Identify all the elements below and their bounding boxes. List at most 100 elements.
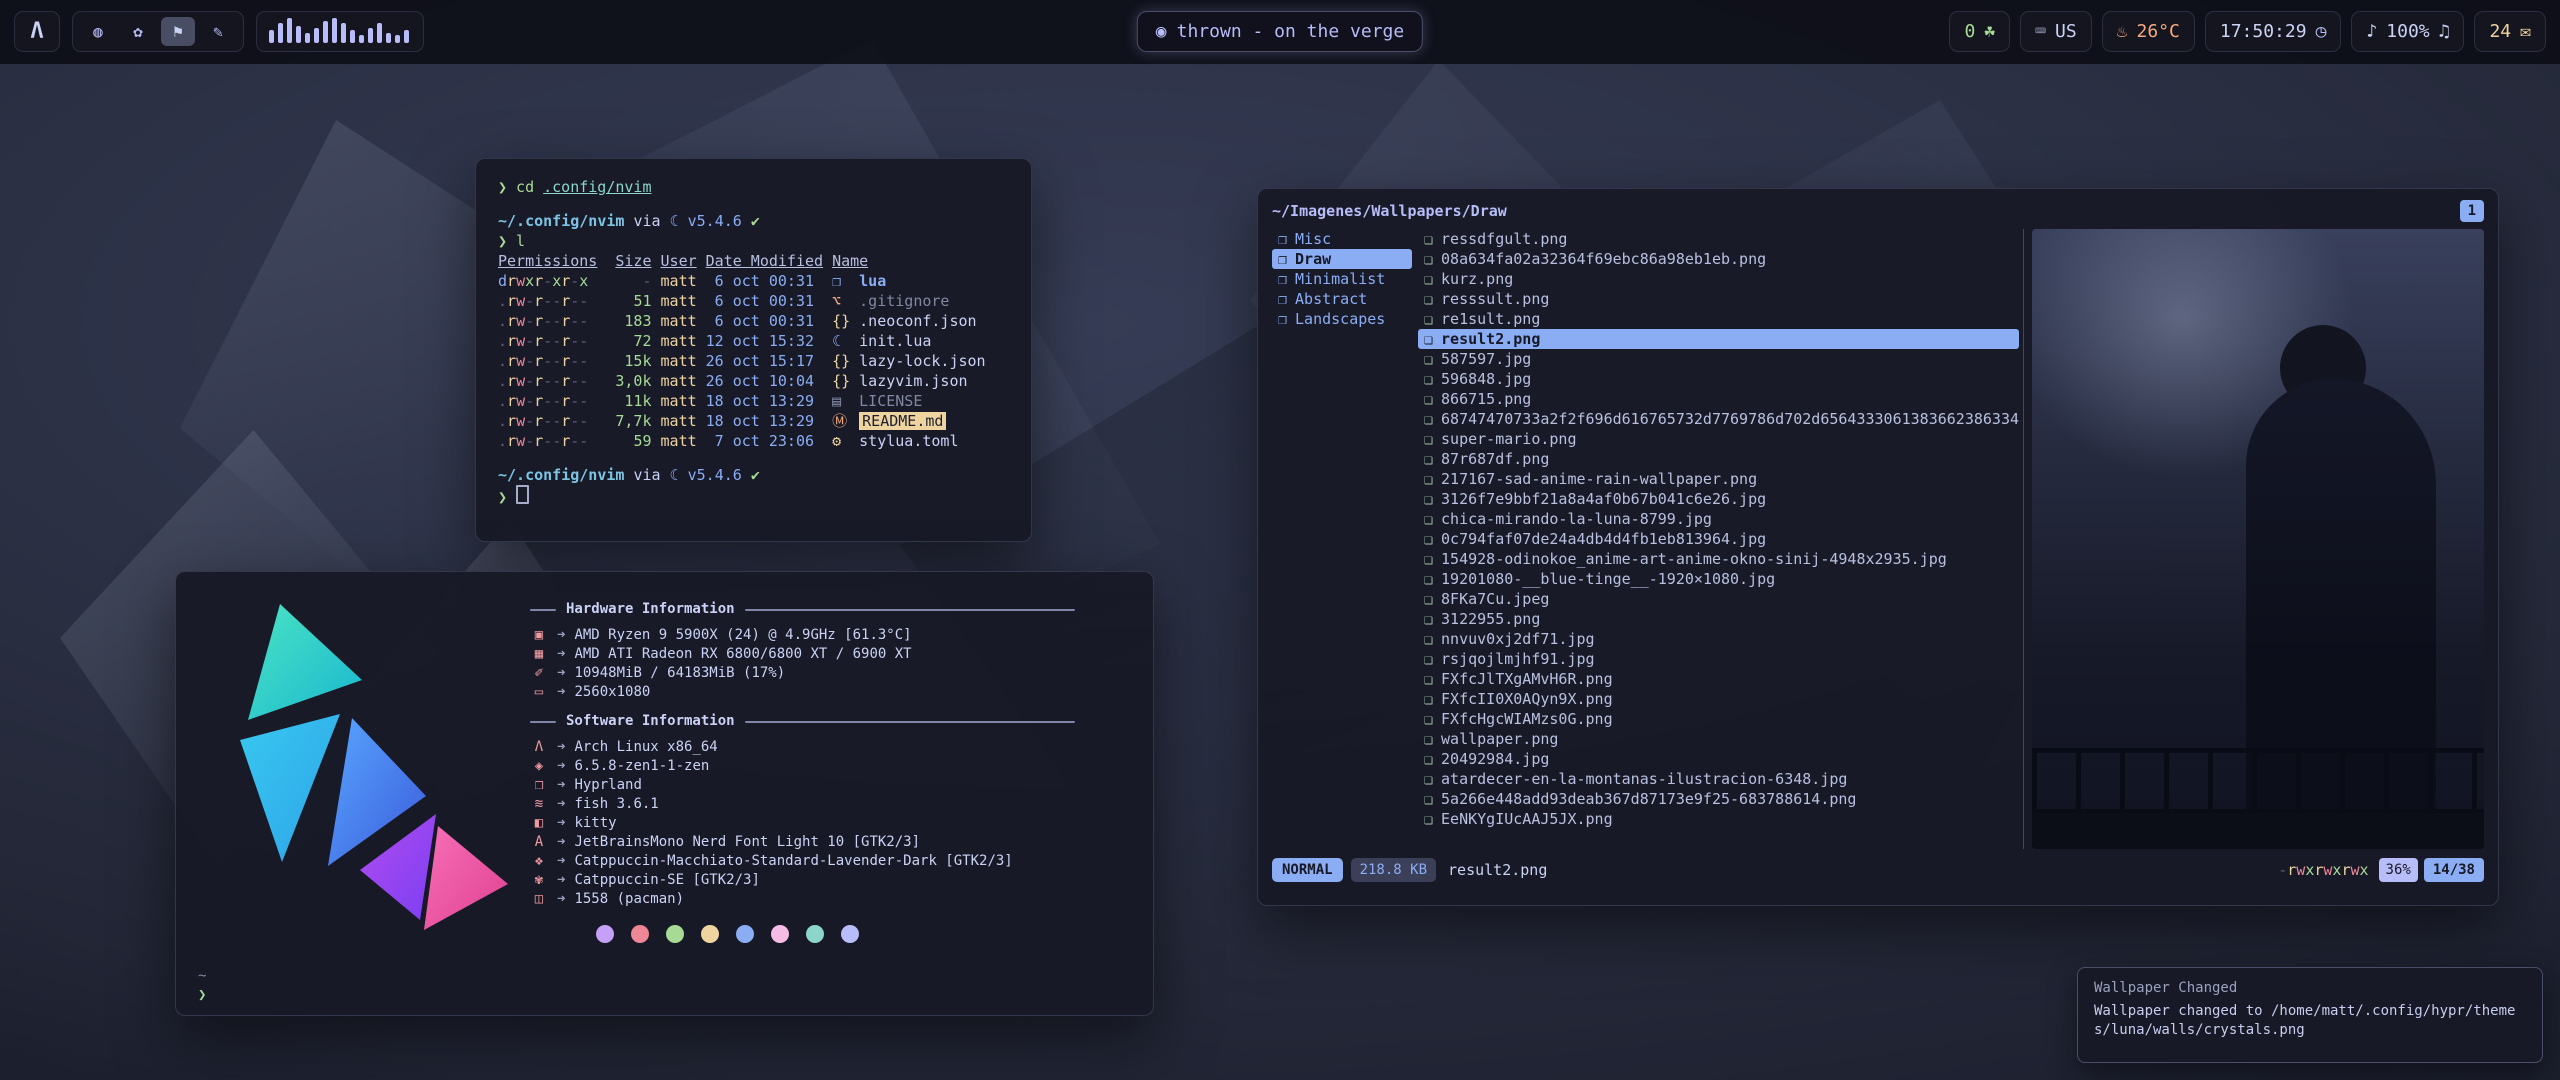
file-item[interactable]: ❏3126f7e9bbf21a8a4af0b67b041c6e26.jpg xyxy=(1418,489,2019,509)
visualizer-bar xyxy=(296,26,301,43)
file-item[interactable]: ❏atardecer-en-la-montanas-ilustracion-63… xyxy=(1418,769,2019,789)
file-item[interactable]: ❏3122955.png xyxy=(1418,609,2019,629)
file-item[interactable]: ❏nnvuv0xj2df71.jpg xyxy=(1418,629,2019,649)
workspace-button-1[interactable]: ◍ xyxy=(81,17,115,46)
file-date: 18 oct 13:29 xyxy=(706,391,823,411)
software-info-line: ❒➜Hyprland xyxy=(530,776,1123,795)
image-file-icon: ❏ xyxy=(1424,389,1433,409)
file-owner: matt xyxy=(661,391,706,411)
widget-keyboard-layout-value: US xyxy=(2055,21,2077,42)
workspace-button-2[interactable]: ✿ xyxy=(121,17,155,46)
lua-version: ☾ v5.4.6 xyxy=(670,466,742,484)
file-name: rsjqojlmjhf91.jpg xyxy=(1441,649,1595,669)
software-info-line: ◫➜1558 (pacman) xyxy=(530,890,1123,909)
sidebar-dir-abstract[interactable]: ❐Abstract xyxy=(1272,289,1412,309)
file-item[interactable]: ❏0c794faf07de24a4db4d4fb1eb813964.jpg xyxy=(1418,529,2019,549)
widget-clock[interactable]: 17:50:29◷ xyxy=(2205,11,2342,52)
file-manager-body: ❐Misc❐Draw❐Minimalist❐Abstract❐Landscape… xyxy=(1272,229,2484,849)
file-name: LICENSE xyxy=(859,392,922,410)
file-name: lazy-lock.json xyxy=(859,352,985,370)
system-fetch-window[interactable]: Hardware Information ▣➜AMD Ryzen 9 5900X… xyxy=(175,571,1154,1016)
file-item[interactable]: ❏866715.png xyxy=(1418,389,2019,409)
file-item[interactable]: ❏8FKa7Cu.jpeg xyxy=(1418,589,2019,609)
bar-left-cluster: Λ ◍✿⚑✎ xyxy=(14,11,424,52)
file-item[interactable]: ❏result2.png xyxy=(1418,329,2019,349)
file-item[interactable]: ❏68747470733a2f2f696d616765732d7769786d7… xyxy=(1418,409,2019,429)
file-item[interactable]: ❏587597.jpg xyxy=(1418,349,2019,369)
arrow-icon: ➜ xyxy=(557,833,565,852)
hardware-info-value: AMD ATI Radeon RX 6800/6800 XT / 6900 XT xyxy=(574,645,911,664)
ls-header-permissions: Permissions xyxy=(498,251,606,271)
image-file-icon: ❏ xyxy=(1424,709,1433,729)
file-name: stylua.toml xyxy=(859,432,958,450)
file-item[interactable]: ❏super-mario.png xyxy=(1418,429,2019,449)
folder-icon: ❐ xyxy=(1278,229,1287,249)
file-item[interactable]: ❏re1sult.png xyxy=(1418,309,2019,329)
visualizer-bar xyxy=(350,30,355,43)
dir-name: Abstract xyxy=(1295,289,1367,309)
file-item[interactable]: ❏wallpaper.png xyxy=(1418,729,2019,749)
file-item[interactable]: ❏FXfcHgcWIAMzs0G.png xyxy=(1418,709,2019,729)
widget-temperature[interactable]: ♨26°C xyxy=(2102,11,2195,52)
widget-notifications[interactable]: 24✉ xyxy=(2474,11,2546,52)
file-item[interactable]: ❏resssult.png xyxy=(1418,289,2019,309)
file-name: 87r687df.png xyxy=(1441,449,1549,469)
file-name: 08a634fa02a32364f69ebc86a98eb1eb.png xyxy=(1441,249,1766,269)
leaf-icon: ☘ xyxy=(1984,21,1995,42)
media-player-widget[interactable]: ◉ thrown - on the verge xyxy=(1137,11,1423,52)
folder-icon: ❐ xyxy=(1278,269,1287,289)
notification-popup[interactable]: Wallpaper Changed Wallpaper changed to /… xyxy=(2077,967,2543,1063)
file-name: 19201080-__blue-tinge__-1920×1080.jpg xyxy=(1441,569,1775,589)
file-item[interactable]: ❏596848.jpg xyxy=(1418,369,2019,389)
widget-keyboard-layout[interactable]: ⌨US xyxy=(2020,11,2092,52)
software-info-value: Catppuccin-Macchiato-Standard-Lavender-D… xyxy=(574,852,1012,871)
file-item[interactable]: ❏87r687df.png xyxy=(1418,449,2019,469)
clock-icon: ◷ xyxy=(2316,21,2327,42)
file-item[interactable]: ❏EeNKYgIUcAAJ5JX.png xyxy=(1418,809,2019,829)
file-item[interactable]: ❏chica-mirando-la-luna-8799.jpg xyxy=(1418,509,2019,529)
check-icon: ✔ xyxy=(751,212,760,230)
file-item[interactable]: ❏154928-odinokoe_anime-art-anime-okno-si… xyxy=(1418,549,2019,569)
file-item[interactable]: ❏FXfcII0X0AQyn9X.png xyxy=(1418,689,2019,709)
file-manager-window[interactable]: ~/Imagenes/Wallpapers/Draw 1 ❐Misc❐Draw❐… xyxy=(1257,188,2499,906)
preview-railing-posts xyxy=(2032,753,2484,809)
sidebar-dir-misc[interactable]: ❐Misc xyxy=(1272,229,1412,249)
hardware-section-header: Hardware Information xyxy=(530,600,1123,619)
audio-visualizer-widget[interactable] xyxy=(256,11,424,52)
terminal-color-palette xyxy=(596,925,1123,943)
arrow-icon: ➜ xyxy=(557,738,565,757)
file-item[interactable]: ❏kurz.png xyxy=(1418,269,2019,289)
sidebar-dir-landscapes[interactable]: ❐Landscapes xyxy=(1272,309,1412,329)
widget-updates[interactable]: 0☘ xyxy=(1949,11,2010,52)
file-item[interactable]: ❏20492984.jpg xyxy=(1418,749,2019,769)
widget-volume[interactable]: ♪100%♫ xyxy=(2351,11,2464,52)
arrow-icon: ➜ xyxy=(557,852,565,871)
software-info-value: Catppuccin-SE [GTK2/3] xyxy=(574,871,759,890)
fetch-shell-prompt[interactable]: ~ ❯ xyxy=(198,967,206,1005)
file-item[interactable]: ❏08a634fa02a32364f69ebc86a98eb1eb.png xyxy=(1418,249,2019,269)
sidebar-dir-minimalist[interactable]: ❐Minimalist xyxy=(1272,269,1412,289)
file-item[interactable]: ❏217167-sad-anime-rain-wallpaper.png xyxy=(1418,469,2019,489)
file-item[interactable]: ❏rsjqojlmjhf91.jpg xyxy=(1418,649,2019,669)
file-item[interactable]: ❏5a266e448add93deab367d87173e9f25-683788… xyxy=(1418,789,2019,809)
notification-body: Wallpaper changed to /home/matt/.config/… xyxy=(2094,1002,2526,1040)
software-info-line: ◈➜6.5.8-zen1-1-zen xyxy=(530,757,1123,776)
workspace-button-4[interactable]: ✎ xyxy=(201,17,235,46)
workspace-button-3[interactable]: ⚑ xyxy=(161,17,195,46)
launcher-button[interactable]: Λ xyxy=(14,11,60,52)
sidebar-dir-draw[interactable]: ❐Draw xyxy=(1272,249,1412,269)
terminal-window[interactable]: ❯cd.config/nvim ~/.config/nvimvia☾ v5.4.… xyxy=(475,158,1032,542)
panel-divider xyxy=(2023,229,2024,849)
file-item[interactable]: ❏ressdfgult.png xyxy=(1418,229,2019,249)
visualizer-bar xyxy=(278,23,283,43)
shell-prompt[interactable]: ❯ xyxy=(498,485,1009,505)
file-name: FXfcII0X0AQyn9X.png xyxy=(1441,689,1613,709)
file-item[interactable]: ❏FXfcJlTXgAMvH6R.png xyxy=(1418,669,2019,689)
image-file-icon: ❏ xyxy=(1424,749,1433,769)
file-name: 154928-odinokoe_anime-art-anime-okno-sin… xyxy=(1441,549,1947,569)
file-size: 3,0k xyxy=(606,371,651,391)
file-permissions: .rw-r--r-- xyxy=(498,331,606,351)
file-manager-statusbar: NORMAL 218.8 KB result2.png -rwxrwxrwx 3… xyxy=(1272,857,2484,883)
terminal-icon: ◧ xyxy=(530,814,548,833)
file-item[interactable]: ❏19201080-__blue-tinge__-1920×1080.jpg xyxy=(1418,569,2019,589)
